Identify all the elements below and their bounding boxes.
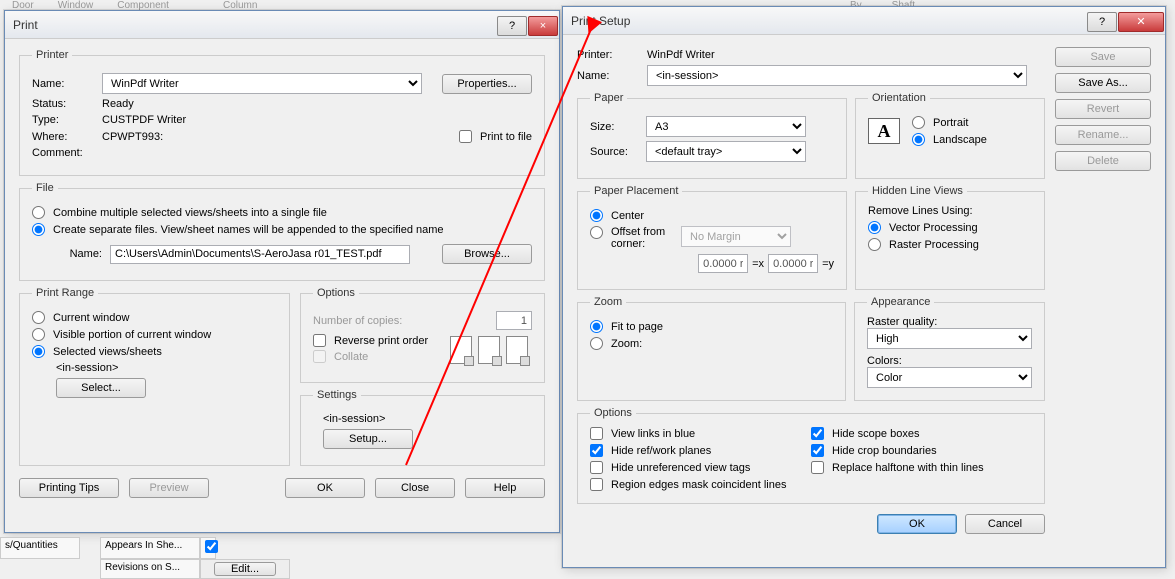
browse-button[interactable]: Browse... [442, 244, 532, 264]
setup-cancel-button[interactable]: Cancel [965, 514, 1045, 534]
appears-check[interactable] [205, 540, 218, 553]
collate-icons [450, 336, 532, 364]
offset-x-input [698, 254, 748, 273]
printing-tips-button[interactable]: Printing Tips [19, 478, 119, 498]
setup-ok-button[interactable]: OK [877, 514, 957, 534]
save-as-button[interactable]: Save As... [1055, 73, 1151, 93]
halftone-check[interactable]: Replace halftone with thin lines [811, 461, 1032, 474]
colors-select[interactable]: Color [867, 367, 1032, 388]
paper-size-select[interactable]: A3 [646, 116, 806, 137]
help-window-button[interactable]: ? [497, 16, 527, 36]
setup-help-window-button[interactable]: ? [1087, 12, 1117, 32]
view-links-blue-check[interactable]: View links in blue [590, 427, 811, 440]
printer-type: CUSTPDF Writer [102, 114, 186, 126]
setup-options-group: Options View links in blue Hide scope bo… [577, 407, 1045, 504]
printer-name-label: Name: [32, 78, 102, 90]
properties-button[interactable]: Properties... [442, 74, 532, 94]
portrait-radio[interactable]: Portrait [912, 116, 968, 129]
print-to-file-check[interactable]: Print to file [459, 130, 532, 143]
margin-select: No Margin [681, 226, 791, 247]
raster-quality-select[interactable]: High [867, 328, 1032, 349]
properties-panel-fragment: s/Quantities Appears In She... Revisions… [0, 537, 300, 579]
save-button: Save [1055, 47, 1151, 67]
paper-placement-group: Paper Placement Center Offset from corne… [577, 185, 847, 290]
select-button[interactable]: Select... [56, 378, 146, 398]
setup-titlebar: Print Setup ? ✕ [563, 7, 1165, 35]
hide-scope-check[interactable]: Hide scope boxes [811, 427, 1032, 440]
collate-check: Collate [313, 350, 368, 363]
orientation-group: Orientation A Portrait Landscape [855, 92, 1045, 179]
appearance-group: Appearance Raster quality: High Colors: … [854, 296, 1045, 401]
print-dialog: Print ? × Printer Name: WinPdf Writer Pr… [4, 10, 560, 533]
center-radio[interactable]: Center [590, 209, 644, 222]
reverse-order-check[interactable]: Reverse print order [313, 334, 428, 347]
setup-title: Print Setup [571, 14, 630, 28]
background-toolbar: Door Window Component Column [0, 0, 269, 10]
selected-views-radio[interactable]: Selected views/sheets [32, 345, 162, 358]
print-range-group: Print Range Current window Visible porti… [19, 287, 290, 466]
hidden-line-group: Hidden Line Views Remove Lines Using: Ve… [855, 185, 1045, 290]
setup-close-window-button[interactable]: ✕ [1118, 12, 1164, 32]
zoom-group: Zoom Fit to page Zoom: [577, 296, 846, 401]
file-path-input[interactable] [110, 245, 410, 264]
options-group: Options Number of copies: Reverse print … [300, 287, 545, 383]
printer-group: Printer Name: WinPdf Writer Properties..… [19, 49, 545, 176]
combine-radio[interactable]: Combine multiple selected views/sheets i… [32, 206, 327, 219]
print-close-button[interactable]: Close [375, 478, 455, 498]
print-help-button[interactable]: Help [465, 478, 545, 498]
visible-portion-radio[interactable]: Visible portion of current window [32, 328, 211, 341]
hide-unref-check[interactable]: Hide unreferenced view tags [590, 461, 811, 474]
print-ok-button[interactable]: OK [285, 478, 365, 498]
print-title: Print [13, 18, 38, 32]
paper-group: Paper Size:A3 Source:<default tray> [577, 92, 847, 179]
current-window-radio[interactable]: Current window [32, 311, 129, 324]
revert-button: Revert [1055, 99, 1151, 119]
close-window-button[interactable]: × [528, 16, 558, 36]
printer-where: CPWPT993: [102, 131, 163, 143]
hide-planes-check[interactable]: Hide ref/work planes [590, 444, 811, 457]
copies-input [496, 311, 532, 330]
offset-y-input [768, 254, 818, 273]
raster-radio[interactable]: Raster Processing [868, 238, 979, 251]
print-setup-dialog: Print Setup ? ✕ Printer:WinPdf Writer Na… [562, 6, 1166, 568]
settings-session: <in-session> [323, 413, 385, 425]
preview-button: Preview [129, 478, 209, 498]
setup-button[interactable]: Setup... [323, 429, 413, 449]
range-session: <in-session> [56, 362, 118, 374]
setup-printer-value: WinPdf Writer [647, 49, 715, 61]
printer-status: Ready [102, 98, 134, 110]
landscape-radio[interactable]: Landscape [912, 133, 987, 146]
region-edges-check[interactable]: Region edges mask coincident lines [590, 478, 811, 491]
zoom-radio[interactable]: Zoom: [590, 337, 642, 350]
delete-button: Delete [1055, 151, 1151, 171]
printer-name-select[interactable]: WinPdf Writer [102, 73, 422, 94]
orientation-icon: A [868, 118, 900, 144]
vector-radio[interactable]: Vector Processing [868, 221, 978, 234]
setup-name-select[interactable]: <in-session> [647, 65, 1027, 86]
fit-page-radio[interactable]: Fit to page [590, 320, 663, 333]
paper-source-select[interactable]: <default tray> [646, 141, 806, 162]
hide-crop-check[interactable]: Hide crop boundaries [811, 444, 1032, 457]
separate-radio[interactable]: Create separate files. View/sheet names … [32, 223, 444, 236]
offset-radio[interactable]: Offset from corner: [590, 226, 681, 250]
rename-button: Rename... [1055, 125, 1151, 145]
file-group: File Combine multiple selected views/she… [19, 182, 545, 281]
print-titlebar: Print ? × [5, 11, 559, 39]
